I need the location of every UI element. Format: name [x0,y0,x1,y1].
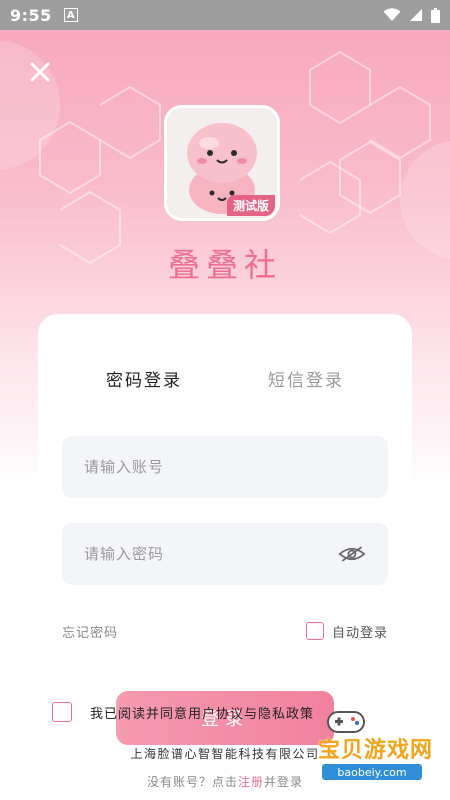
tab-sms-login[interactable]: 短信登录 [268,366,344,391]
signal-icon [410,9,422,21]
eye-hidden-icon[interactable] [338,544,366,564]
forgot-password-link[interactable]: 忘记密码 [62,622,118,641]
app-title: 叠叠社 [167,246,282,284]
password-field [62,523,388,585]
status-bar: 9:55 A [0,0,450,30]
login-options: 忘记密码 自动登录 [62,620,388,642]
watermark-text: 宝贝游戏网 [318,738,434,763]
auto-login-label: 自动登录 [331,625,388,641]
app-logo: 测试版 [164,105,280,221]
close-button[interactable] [26,58,54,86]
register-link[interactable]: 注册 [238,775,264,789]
login-tabs: 密码登录 短信登录 [38,366,412,396]
agreement-checkbox[interactable] [52,702,72,722]
auto-login-option[interactable]: 自动登录 [305,622,388,641]
watermark: 宝贝游戏网 baobeiy.com [278,706,443,780]
battery-icon [431,7,440,23]
notification-icon: A [63,8,78,22]
password-input[interactable] [84,545,331,563]
wifi-icon [383,8,401,21]
account-input[interactable] [84,458,366,476]
beta-badge: 测试版 [226,195,275,216]
register-prefix: 没有账号？点击 [146,775,238,789]
watermark-url: baobeiy.com [322,764,422,780]
account-field [62,436,388,498]
status-icons [383,7,440,23]
tab-password-login[interactable]: 密码登录 [106,366,182,391]
status-time: 9:55 [10,5,52,25]
auto-login-checkbox[interactable] [305,622,324,640]
close-icon [30,62,50,82]
